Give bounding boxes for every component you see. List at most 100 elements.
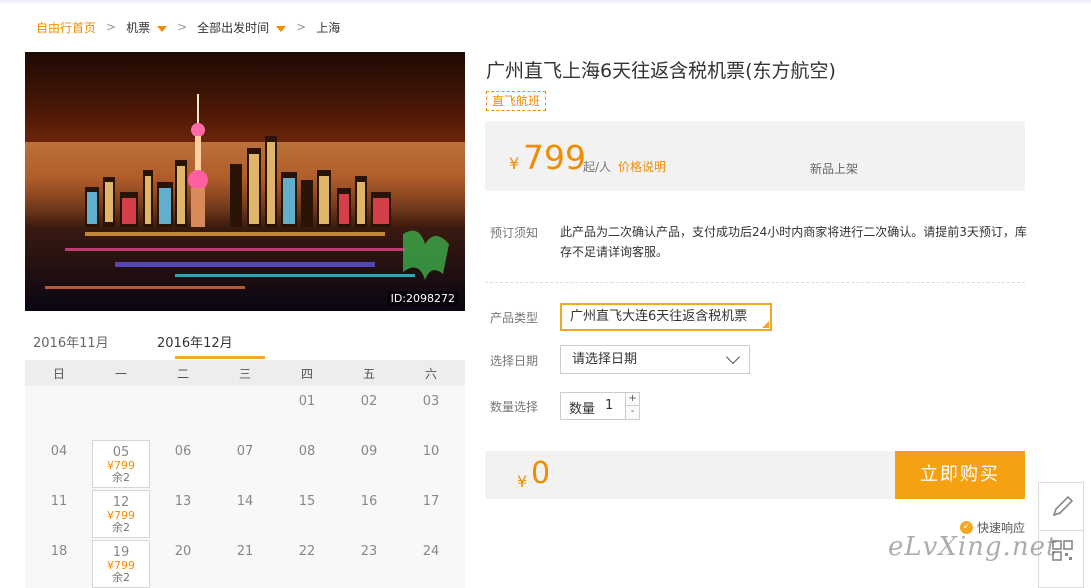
day-number: 15 [298, 494, 316, 509]
calendar-day: 04 [30, 440, 88, 488]
notice-label: 预订须知 [490, 226, 539, 240]
day-number: 24 [422, 544, 440, 559]
quantity-minus-button[interactable]: - [625, 406, 639, 419]
caret-down-icon [276, 25, 287, 32]
calendar-day: 20 [154, 540, 212, 588]
tab-month-prev[interactable]: 2016年11月 [33, 332, 109, 351]
quantity-stepper[interactable]: 数量 1 + - [560, 392, 640, 420]
date-select[interactable]: 请选择日期 [560, 345, 750, 374]
day-number: 04 [50, 444, 68, 459]
total-currency-symbol: ¥ [517, 472, 528, 491]
weekday-label: 六 [424, 367, 437, 381]
weekday-label: 一 [114, 367, 127, 381]
quantity-plus-button[interactable]: + [625, 393, 639, 406]
day-number: 08 [298, 444, 316, 459]
calendar-day: 17 [402, 490, 460, 538]
day-number: 01 [298, 394, 316, 409]
notice-text: 此产品为二次确认产品，支付成功后24小时内商家将进行二次确认。请提前3天预订，库… [560, 225, 1027, 259]
weekday-label: 五 [362, 367, 375, 381]
calendar-day: 03 [402, 390, 460, 438]
quantity-label: 数量选择 [490, 400, 539, 414]
day-number: 16 [360, 494, 378, 509]
pencil-icon [1052, 495, 1074, 517]
day-number: 14 [236, 494, 254, 509]
day-number: 05 [112, 445, 130, 460]
calendar-day-available[interactable]: 19 ¥799 余2 [92, 540, 150, 588]
breadcrumb-separator-icon: > [296, 20, 307, 34]
day-number: 07 [236, 444, 254, 459]
breadcrumb-separator-icon: > [106, 20, 117, 34]
calendar-day: 13 [154, 490, 212, 538]
chevron-down-icon [725, 349, 741, 365]
product-type-value: 广州直飞大连6天往返含税机票 [570, 309, 748, 324]
day-stock: 余2 [112, 521, 130, 534]
buy-now-button[interactable]: 立即购买 [895, 451, 1025, 499]
breadcrumb-time-label: 全部出发时间 [197, 20, 270, 35]
day-number: 21 [236, 544, 254, 559]
calendar-day: 14 [216, 490, 274, 538]
day-number: 18 [50, 544, 68, 559]
product-type-label: 产品类型 [490, 311, 539, 325]
active-month-indicator [175, 356, 265, 359]
day-stock: 余2 [112, 471, 130, 484]
watermark: eLvXing.net [888, 532, 1058, 562]
day-number: 23 [360, 544, 378, 559]
price-value: 799 [523, 138, 586, 177]
total-price: 0 [531, 456, 551, 491]
calendar-weekday-header: 日一二三四五六 [25, 360, 465, 386]
day-number: 02 [360, 394, 378, 409]
tab-month-current[interactable]: 2016年12月 [157, 332, 233, 351]
divider [485, 282, 1025, 283]
weekday-label: 四 [300, 367, 313, 381]
price-note-link[interactable]: 价格说明 [618, 158, 666, 175]
date-label: 选择日期 [490, 354, 539, 368]
feedback-button[interactable] [1039, 483, 1085, 531]
calendar-day: 01 [278, 390, 336, 438]
day-number: 11 [50, 494, 68, 509]
price-unit: 起/人 [583, 160, 612, 174]
caret-down-icon [157, 25, 168, 32]
day-number: 19 [112, 545, 130, 560]
quantity-value[interactable]: 1 [605, 398, 613, 413]
product-image[interactable]: ID:2098272 [25, 52, 465, 311]
day-number: 03 [422, 394, 440, 409]
calendar-day: 09 [340, 440, 398, 488]
breadcrumb-category-label: 机票 [126, 20, 151, 35]
calendar-day: 10 [402, 440, 460, 488]
weekday-label: 三 [238, 367, 251, 381]
weekday-label: 日 [52, 367, 65, 381]
calendar-day: 07 [216, 440, 274, 488]
calendar-day-available[interactable]: 12 ¥799 余2 [92, 490, 150, 538]
direct-flight-badge: 直飞航班 [486, 91, 547, 111]
calendar-day: 08 [278, 440, 336, 488]
calendar-month-tabs: 2016年11月 2016年12月 [25, 328, 465, 360]
product-type-option[interactable]: 广州直飞大连6天往返含税机票 [560, 303, 772, 331]
new-listing-tag: 新品上架 [810, 162, 859, 176]
top-strip [0, 0, 1091, 5]
breadcrumb-city: 上海 [316, 20, 341, 35]
day-number: 17 [422, 494, 440, 509]
day-number: 06 [174, 444, 192, 459]
date-select-placeholder: 请选择日期 [572, 352, 638, 367]
breadcrumb-time-dropdown[interactable]: 全部出发时间 [197, 19, 287, 36]
day-number: 12 [112, 495, 130, 510]
calendar-day: 18 [30, 540, 88, 588]
calendar-day: 16 [340, 490, 398, 538]
breadcrumb-separator-icon: > [177, 20, 188, 34]
page-title: 广州直飞上海6天往返含税机票(东方航空) [486, 60, 836, 82]
selected-corner-icon [762, 321, 769, 328]
calendar-day: 21 [216, 540, 274, 588]
quantity-field-label: 数量 [569, 402, 596, 417]
price-box: ¥ 799 起/人 价格说明 新品上架 [485, 121, 1025, 191]
calendar-day: 02 [340, 390, 398, 438]
day-number: 13 [174, 494, 192, 509]
breadcrumb-category-dropdown[interactable]: 机票 [126, 19, 168, 36]
breadcrumb-home-link[interactable]: 自由行首页 [36, 19, 96, 36]
day-number: 20 [174, 544, 192, 559]
calendar-day-available[interactable]: 05 ¥799 余2 [92, 440, 150, 488]
calendar-day: 22 [278, 540, 336, 588]
shanghai-skyline-image [25, 94, 465, 311]
breadcrumb: 自由行首页 > 机票 > 全部出发时间 > 上海 [36, 18, 340, 36]
price-calendar: 日 一 二 三 四 五 六 01 02 03 04 05 ¥799 余2 06 07 08 09 10 11 12 ¥7… [25, 360, 465, 588]
image-id-label: ID:2098272 [386, 291, 459, 306]
